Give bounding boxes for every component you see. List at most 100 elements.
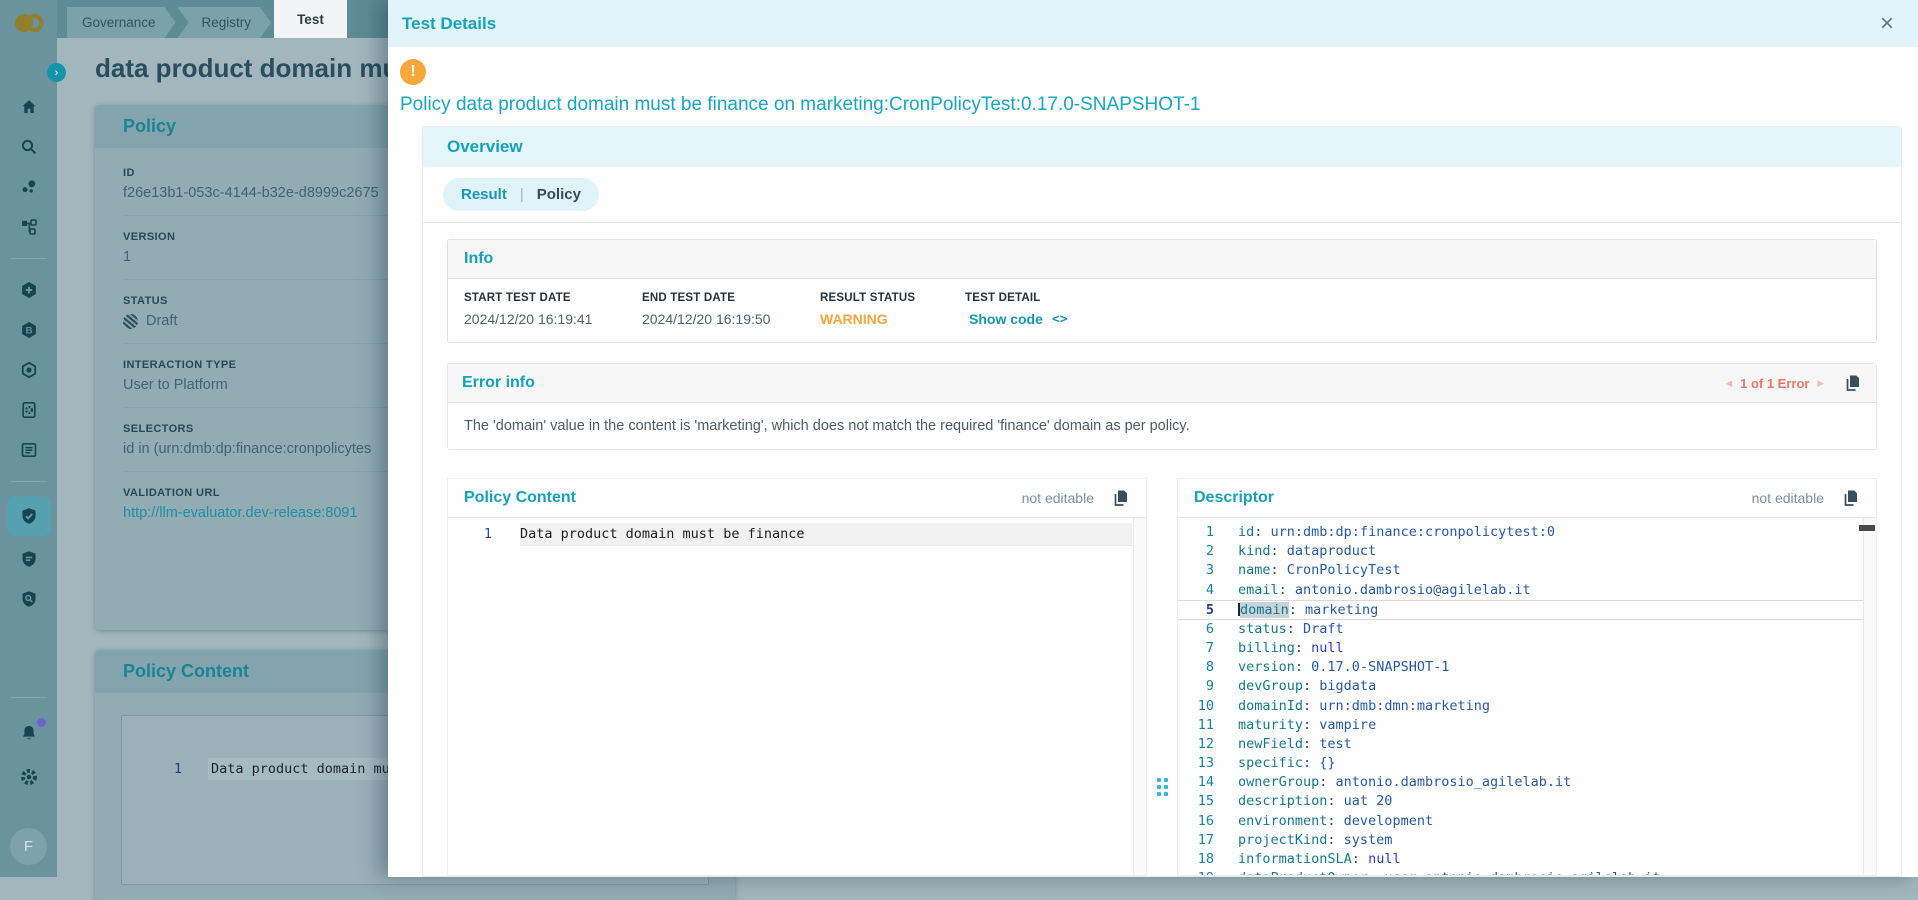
sidebar-item-lineage-icon[interactable]	[9, 210, 49, 244]
sidebar-bottom-nav	[9, 716, 49, 794]
yaml-key: environment	[1238, 813, 1327, 829]
policy-content-scrollbar[interactable]	[1133, 518, 1146, 875]
yaml-colon: :	[1327, 813, 1343, 829]
sidebar-item-home-icon[interactable]	[9, 90, 49, 124]
error-info-title: Error info	[462, 374, 1726, 392]
draft-status-icon	[123, 314, 138, 329]
panel-splitter[interactable]	[1147, 478, 1177, 876]
field-value-text: http://llm-evaluator.dev-release:8091	[123, 505, 358, 521]
sidebar-item-shield-search-icon[interactable]	[9, 582, 49, 616]
prev-error-icon[interactable]: ◂	[1726, 375, 1733, 391]
descriptor-line[interactable]: 16environment: development	[1178, 812, 1876, 831]
sidebar-item-catalog-list-icon[interactable]	[9, 433, 49, 467]
sidebar-item-hexagon-plus-icon[interactable]	[9, 273, 49, 307]
descriptor-scrollbar[interactable]	[1863, 518, 1876, 875]
descriptor-line[interactable]: 9devGroup: bigdata	[1178, 677, 1876, 696]
yaml-colon: :	[1271, 543, 1287, 559]
yaml-colon: :	[1352, 851, 1368, 867]
sidebar-item-hexagon-b-icon[interactable]: B	[9, 313, 49, 347]
line-number: 8	[1178, 658, 1214, 677]
yaml-code: newField: test	[1238, 735, 1352, 754]
line-number: 10	[1178, 697, 1214, 716]
descriptor-line[interactable]: 11maturity: vampire	[1178, 716, 1876, 735]
copy-policy-content-icon[interactable]	[1110, 488, 1130, 508]
line-number: 5	[1178, 601, 1214, 619]
drag-handle-icon[interactable]	[1157, 778, 1168, 796]
yaml-key: devGroup	[1238, 678, 1303, 694]
test-alert: ! Policy data product domain must be fin…	[388, 47, 1918, 116]
yaml-key: name	[1238, 562, 1271, 578]
descriptor-editor[interactable]: 1id: urn:dmb:dp:finance:cronpolicytest:0…	[1178, 517, 1876, 875]
descriptor-line[interactable]: 6 status: Draft	[1178, 620, 1876, 639]
line-number: 6	[1178, 620, 1214, 639]
descriptor-line[interactable]: 5domain: marketing	[1178, 600, 1876, 620]
descriptor-line[interactable]: 7billing: null	[1178, 639, 1876, 658]
sidebar-item-template-doc-icon[interactable]	[9, 393, 49, 427]
yaml-value: {}	[1319, 755, 1335, 771]
yaml-key: billing	[1238, 640, 1295, 656]
descriptor-line[interactable]: 1id: urn:dmb:dp:finance:cronpolicytest:0	[1178, 523, 1876, 542]
info-value-text: 2024/12/20 16:19:50	[642, 311, 770, 327]
close-icon[interactable]: ×	[1880, 12, 1894, 36]
sidebar-item-gear-icon[interactable]	[9, 760, 49, 794]
yaml-value: 0.17.0-SNAPSHOT-1	[1311, 659, 1449, 675]
sidebar-item-shield-check-icon[interactable]	[7, 496, 51, 536]
search-icon	[19, 137, 39, 157]
next-error-icon[interactable]: ▸	[1817, 375, 1824, 391]
yaml-code: status: Draft	[1238, 620, 1344, 639]
copy-descriptor-icon[interactable]	[1840, 488, 1860, 508]
avatar[interactable]: F	[10, 828, 47, 865]
code-text: Data product domain must be finance	[520, 523, 1132, 546]
info-value[interactable]: Show code<>	[965, 311, 1143, 327]
error-info-header: Error info ◂ 1 of 1 Error ▸	[448, 364, 1876, 403]
descriptor-line[interactable]: 17projectKind: system	[1178, 831, 1876, 850]
test-details-drawer: Test Details × ! Policy data product dom…	[388, 0, 1918, 877]
descriptor-line[interactable]: 12newField: test	[1178, 735, 1876, 754]
yaml-value: urn:dmb:dmn:marketing	[1319, 698, 1490, 714]
info-label: RESULT STATUS	[820, 292, 965, 304]
sidebar-item-data-cluster-icon[interactable]	[9, 170, 49, 204]
yaml-value: vampire	[1319, 717, 1376, 733]
info-label: TEST DETAIL	[965, 292, 1143, 304]
descriptor-line[interactable]: 14ownerGroup: antonio.dambrosio_agilelab…	[1178, 773, 1876, 792]
sidebar-item-shield-doc-icon[interactable]	[9, 542, 49, 576]
descriptor-line[interactable]: 3name: CronPolicyTest	[1178, 561, 1876, 580]
sidebar-item-hexagon-target-icon[interactable]	[9, 353, 49, 387]
tab-policy[interactable]: Policy	[537, 186, 581, 203]
descriptor-scrollbar-thumb[interactable]	[1859, 525, 1875, 531]
descriptor-line[interactable]: 15description: uat 20	[1178, 792, 1876, 811]
tab-registry[interactable]: Registry	[178, 7, 272, 38]
descriptor-line[interactable]: 18informationSLA: null	[1178, 850, 1876, 869]
tab-governance[interactable]: Governance	[67, 7, 176, 38]
app-logo	[13, 11, 45, 40]
yaml-colon: :	[1303, 736, 1319, 752]
descriptor-line[interactable]: 2kind: dataproduct	[1178, 542, 1876, 561]
yaml-key: kind	[1238, 543, 1271, 559]
descriptor-line[interactable]: 4email: antonio.dambrosio@agilelab.it	[1178, 581, 1876, 600]
copy-error-icon[interactable]	[1842, 373, 1862, 393]
sidebar-expand-button[interactable]: ›	[47, 63, 66, 82]
not-editable-badge: not editable	[1752, 490, 1824, 506]
sidebar-nav: B	[0, 90, 57, 616]
tab-test[interactable]: Test	[274, 0, 347, 38]
line-number: 2	[1178, 542, 1214, 561]
yaml-value: Draft	[1303, 621, 1344, 637]
sidebar-item-search-icon[interactable]	[9, 130, 49, 164]
tab-result[interactable]: Result	[461, 186, 507, 203]
descriptor-line[interactable]: 19dataProductOwner: user:antonio.dambros…	[1178, 869, 1876, 875]
yaml-colon: :	[1319, 774, 1335, 790]
yaml-key: id	[1238, 524, 1254, 540]
descriptor-line[interactable]: 13specific: {}	[1178, 754, 1876, 773]
error-message: The 'domain' value in the content is 'ma…	[448, 403, 1876, 449]
descriptor-line[interactable]: 8version: 0.17.0-SNAPSHOT-1	[1178, 658, 1876, 677]
yaml-code: billing: null	[1238, 639, 1344, 658]
shield-check-icon	[19, 506, 39, 526]
policy-content-panel: Policy Content not editable 1Data produc…	[447, 478, 1147, 876]
yaml-key: specific	[1238, 755, 1303, 771]
descriptor-line[interactable]: 10domainId: urn:dmb:dmn:marketing	[1178, 697, 1876, 716]
policy-content-editor[interactable]: 1Data product domain must be finance	[448, 517, 1146, 875]
line-number: 4	[1178, 581, 1214, 600]
code-line[interactable]: 1Data product domain must be finance	[448, 523, 1146, 546]
sidebar-item-bell-icon[interactable]	[9, 716, 49, 750]
yaml-key: domainId	[1238, 698, 1303, 714]
